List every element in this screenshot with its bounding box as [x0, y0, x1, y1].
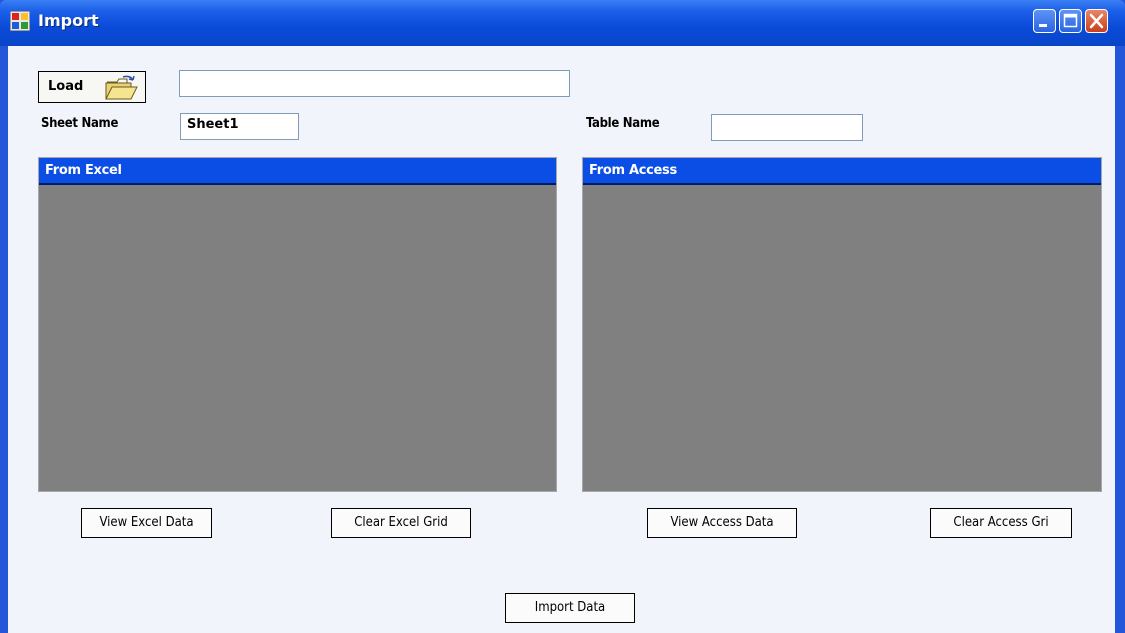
- excel-grid-title: From Excel: [45, 163, 122, 178]
- app-icon: [10, 11, 30, 31]
- access-grid-header: From Access: [583, 158, 1101, 185]
- load-button[interactable]: Load: [38, 71, 146, 103]
- excel-grid-header: From Excel: [39, 158, 556, 185]
- sheet-name-label: Sheet Name: [41, 116, 119, 131]
- close-button[interactable]: [1085, 9, 1108, 33]
- import-data-button[interactable]: Import Data: [505, 593, 635, 623]
- table-name-label: Table Name: [586, 116, 660, 131]
- sheet-name-input[interactable]: Sheet1: [180, 113, 299, 140]
- excel-grid[interactable]: From Excel: [38, 157, 557, 492]
- clear-excel-grid-button[interactable]: Clear Excel Grid: [331, 508, 471, 538]
- file-path-input[interactable]: [179, 70, 570, 97]
- view-excel-data-button[interactable]: View Excel Data: [81, 508, 212, 538]
- access-grid-title: From Access: [589, 163, 677, 178]
- clear-access-grid-button[interactable]: Clear Access Gri: [930, 508, 1072, 538]
- view-access-data-button[interactable]: View Access Data: [647, 508, 797, 538]
- minimize-icon: [1039, 24, 1047, 27]
- window-title: Import: [38, 11, 99, 30]
- import-window: Import Load Sheet Name Sheet1 Table Name…: [0, 0, 1125, 633]
- table-name-input[interactable]: [711, 114, 863, 141]
- access-grid[interactable]: From Access: [582, 157, 1102, 492]
- maximize-button[interactable]: [1059, 9, 1082, 33]
- title-bar[interactable]: Import: [0, 0, 1125, 46]
- minimize-button[interactable]: [1033, 9, 1056, 33]
- form-client-area: Load Sheet Name Sheet1 Table Name From E…: [8, 46, 1115, 633]
- maximize-icon: [1063, 13, 1078, 28]
- open-folder-icon: [105, 75, 138, 100]
- load-button-label: Load: [48, 79, 84, 94]
- close-icon: [1089, 13, 1104, 29]
